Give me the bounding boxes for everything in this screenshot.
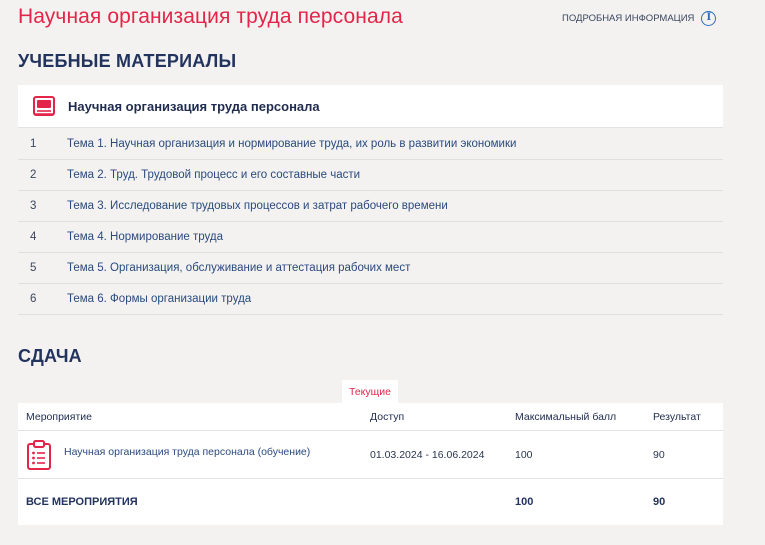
- clipboard-icon: [27, 439, 51, 470]
- total-max-score: 100: [515, 496, 534, 508]
- events-table: Мероприятие Доступ Максимальный балл Рез…: [18, 403, 723, 525]
- column-access: Доступ: [370, 410, 405, 423]
- table-header: Мероприятие Доступ Максимальный балл Рез…: [18, 403, 723, 431]
- topic-link[interactable]: Тема 3. Исследование трудовых процессов …: [67, 200, 448, 212]
- column-result: Результат: [653, 410, 701, 423]
- table-row: Научная организация труда персонала (обу…: [18, 431, 723, 479]
- topic-row: 6 Тема 6. Формы организации труда: [18, 284, 723, 315]
- table-total-row: ВСЕ МЕРОПРИЯТИЯ 100 90: [18, 479, 723, 525]
- topics-list: 1 Тема 1. Научная организация и нормиров…: [18, 129, 723, 315]
- topic-number: 4: [30, 231, 37, 243]
- topic-link[interactable]: Тема 4. Нормирование труда: [67, 231, 223, 243]
- topic-row: 2 Тема 2. Труд. Трудовой процесс и его с…: [18, 160, 723, 191]
- column-event: Мероприятие: [26, 410, 92, 423]
- topic-number: 1: [30, 138, 37, 150]
- topic-row: 1 Тема 1. Научная организация и нормиров…: [18, 129, 723, 160]
- topic-row: 4 Тема 4. Нормирование труда: [18, 222, 723, 253]
- total-result: 90: [653, 496, 666, 508]
- submission-heading: СДАЧА: [18, 346, 82, 366]
- total-label: ВСЕ МЕРОПРИЯТИЯ: [26, 496, 138, 508]
- course-title: Научная организация труда персонала: [18, 5, 403, 28]
- topic-number: 3: [30, 200, 37, 212]
- materials-card-title: Научная организация труда персонала: [68, 98, 320, 114]
- topic-number: 6: [30, 293, 37, 305]
- info-icon[interactable]: i: [701, 11, 717, 26]
- topic-number: 5: [30, 262, 37, 274]
- max-score-cell: 100: [515, 448, 533, 461]
- access-cell: 01.03.2024 - 16.06.2024: [370, 448, 485, 461]
- topic-row: 5 Тема 5. Организация, обслуживание и ат…: [18, 253, 723, 284]
- topic-number: 2: [30, 169, 37, 181]
- event-link[interactable]: Научная организация труда персонала (обу…: [64, 446, 310, 458]
- page: Научная организация труда персонала ПОДР…: [0, 0, 765, 545]
- column-max-score: Максимальный балл: [515, 410, 617, 423]
- materials-heading: УЧЕБНЫЕ МАТЕРИАЛЫ: [18, 51, 237, 71]
- topic-link[interactable]: Тема 1. Научная организация и нормирован…: [67, 138, 516, 150]
- tab-current[interactable]: Текущие: [342, 380, 398, 403]
- more-info-link[interactable]: ПОДРОБНАЯ ИНФОРМАЦИЯ i: [562, 11, 717, 26]
- more-info-label: ПОДРОБНАЯ ИНФОРМАЦИЯ: [562, 13, 695, 24]
- topic-link[interactable]: Тема 6. Формы организации труда: [67, 293, 251, 305]
- result-cell: 90: [653, 448, 665, 461]
- topic-link[interactable]: Тема 5. Организация, обслуживание и атте…: [67, 262, 410, 274]
- book-icon: [33, 96, 55, 116]
- topic-row: 3 Тема 3. Исследование трудовых процессо…: [18, 191, 723, 222]
- materials-card: Научная организация труда персонала: [18, 85, 723, 128]
- event-cell: Научная организация труда персонала (обу…: [18, 439, 370, 471]
- topic-link[interactable]: Тема 2. Труд. Трудовой процесс и его сос…: [67, 169, 360, 181]
